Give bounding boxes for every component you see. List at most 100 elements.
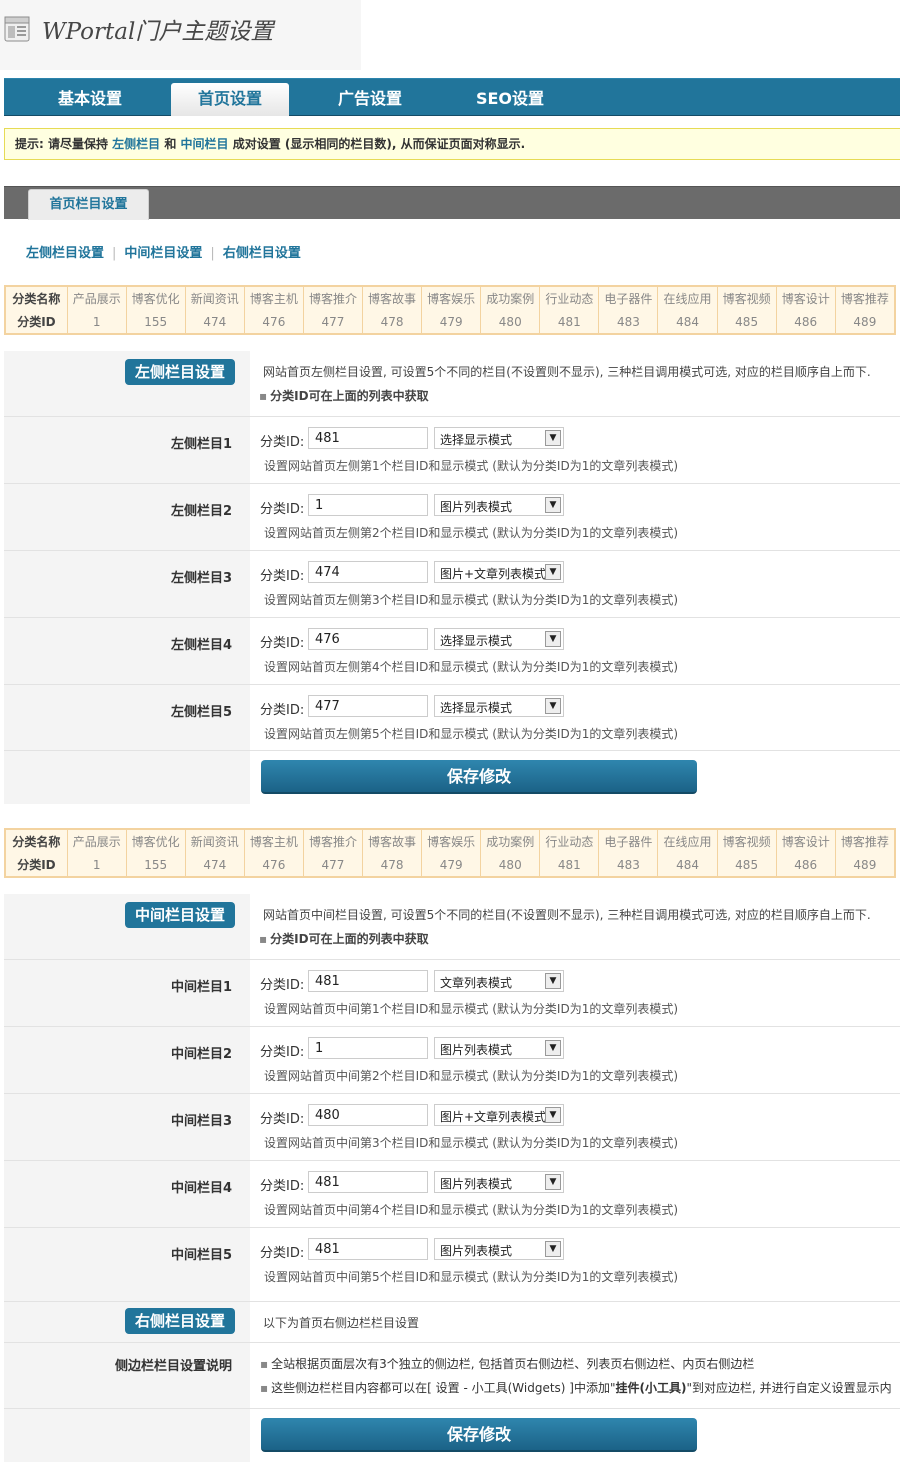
section-tab-bar: 首页栏目设置 [4, 186, 900, 220]
category-name: 博客视频 [717, 286, 777, 310]
sidebar-info-bold: 挂件(小工具) [615, 1381, 687, 1395]
right-columns-section-title: 右侧栏目设置 [125, 1308, 235, 1334]
category-id: 485 [717, 310, 777, 334]
sidebar-info-text: "到对应边栏, 并进行自定义设置显示内 [686, 1381, 892, 1395]
selected-mode: 图片列表模式 [440, 1043, 513, 1057]
category-name: 在线应用 [657, 829, 718, 853]
settings-nav: 基本设置 首页设置 广告设置 SEO设置 [4, 78, 900, 116]
row-label: 中间栏目4 [170, 1181, 232, 1196]
chevron-down-icon[interactable]: ▼ [545, 631, 561, 647]
page-settings-icon [4, 16, 30, 42]
category-name: 博客主机 [244, 829, 304, 853]
category-id-input[interactable] [308, 1104, 428, 1126]
category-id-input[interactable] [308, 1171, 428, 1193]
display-mode-select[interactable]: 选择显示模式 ▼ [434, 628, 564, 650]
category-id: 478 [362, 853, 423, 877]
category-id-input[interactable] [308, 427, 428, 449]
chevron-down-icon[interactable]: ▼ [545, 1107, 561, 1123]
category-name-header: 分类名称 [5, 286, 68, 310]
display-mode-select[interactable]: 图片+文章列表模式 ▼ [434, 561, 564, 583]
save-button[interactable]: 保存修改 [261, 1418, 697, 1452]
selected-mode: 选择显示模式 [440, 634, 513, 648]
category-id: 478 [362, 310, 423, 334]
display-mode-select[interactable]: 选择显示模式 ▼ [434, 695, 564, 717]
category-name: 新闻资讯 [185, 286, 245, 310]
right-section-header-row: 右侧栏目设置 以下为首页右侧边栏栏目设置 [4, 1302, 900, 1343]
notice-banner: 提示: 请尽量保持 左侧栏目 和 中间栏目 成对设置 (显示相同的栏目数), 从… [4, 128, 900, 160]
category-id-input[interactable] [308, 970, 428, 992]
category-id: 483 [598, 853, 659, 877]
row-label: 左侧栏目5 [170, 705, 232, 720]
sidebar-info-text: 这些侧边栏栏目内容都可以在[ 设置 - 小工具(Widgets) ]中添加" [271, 1381, 616, 1395]
category-id: 481 [539, 310, 600, 334]
middle-columns-section: 中间栏目设置 网站首页中间栏目设置, 可设置5个不同的栏目(不设置则不显示), … [4, 894, 900, 1462]
divider: | [210, 246, 215, 261]
row-label: 中间栏目2 [170, 1047, 232, 1062]
display-mode-select[interactable]: 图片+文章列表模式 ▼ [434, 1104, 564, 1126]
save-button[interactable]: 保存修改 [261, 760, 697, 794]
display-mode-select[interactable]: 图片列表模式 ▼ [434, 1037, 564, 1059]
category-name: 博客主机 [244, 286, 304, 310]
display-mode-select[interactable]: 文章列表模式 ▼ [434, 970, 564, 992]
category-name: 博客推介 [303, 286, 364, 310]
chevron-down-icon[interactable]: ▼ [545, 698, 561, 714]
display-mode-select[interactable]: 选择显示模式 ▼ [434, 427, 564, 449]
category-name: 博客优化 [126, 829, 186, 853]
category-name: 博客故事 [362, 829, 423, 853]
row-label: 左侧栏目2 [170, 504, 232, 519]
section-description: 以下为首页右侧边栏栏目设置 [263, 1316, 420, 1330]
category-name: 行业动态 [539, 286, 600, 310]
field-label: 分类ID: [260, 1045, 305, 1060]
id-hint: ▪ 分类ID可在上面的列表中获取 [259, 930, 429, 947]
notice-highlight-left: 左侧栏目 [112, 137, 161, 151]
middle-column-row-2: 中间栏目2 分类ID: 图片列表模式 ▼ 设置网站首页中间第2个栏目ID和显示模式… [4, 1027, 900, 1094]
category-id: 474 [185, 853, 245, 877]
left-column-row-4: 左侧栏目4 分类ID: 选择显示模式 ▼ 设置网站首页左侧第4个栏目ID和显示模式… [4, 618, 900, 685]
tab-seo-settings[interactable]: SEO设置 [452, 83, 568, 115]
chevron-down-icon[interactable]: ▼ [545, 430, 561, 446]
category-id-input[interactable] [308, 628, 428, 650]
chevron-down-icon[interactable]: ▼ [545, 1174, 561, 1190]
chevron-down-icon[interactable]: ▼ [545, 973, 561, 989]
row-label: 左侧栏目4 [170, 638, 232, 653]
display-mode-select[interactable]: 图片列表模式 ▼ [434, 1171, 564, 1193]
chevron-down-icon[interactable]: ▼ [545, 1241, 561, 1257]
category-id-input[interactable] [308, 1037, 428, 1059]
category-name: 产品展示 [67, 829, 127, 853]
tab-basic-settings[interactable]: 基本设置 [32, 83, 148, 115]
category-name: 博客推荐 [840, 835, 889, 849]
category-id: 480 [480, 853, 541, 877]
bullet: ▪ [260, 1357, 269, 1371]
category-name: 博客设计 [776, 286, 836, 310]
selected-mode: 图片列表模式 [440, 500, 513, 514]
category-name: 行业动态 [539, 829, 600, 853]
left-column-row-1: 左侧栏目1 分类ID: 选择显示模式 ▼ 设置网站首页左侧第1个栏目ID和显示模式… [4, 417, 900, 484]
category-name: 电子器件 [598, 829, 659, 853]
category-id-input[interactable] [308, 1238, 428, 1260]
category-ids-row: 分类ID 1 155 474 476 477 478 479 480 481 4… [5, 310, 895, 334]
chevron-down-icon[interactable]: ▼ [545, 1040, 561, 1056]
tab-home-settings[interactable]: 首页设置 [171, 83, 289, 116]
category-id-input[interactable] [308, 695, 428, 717]
selected-mode: 选择显示模式 [440, 433, 513, 447]
display-mode-select[interactable]: 图片列表模式 ▼ [434, 1238, 564, 1260]
section-header-row: 左侧栏目设置 网站首页左侧栏目设置, 可设置5个不同的栏目(不设置则不显示), … [4, 351, 900, 417]
display-mode-select[interactable]: 图片列表模式 ▼ [434, 494, 564, 516]
field-label: 分类ID: [260, 569, 305, 584]
link-left-columns[interactable]: 左侧栏目设置 [26, 246, 104, 261]
tab-ad-settings[interactable]: 广告设置 [312, 83, 428, 115]
row-label: 侧边栏栏目设置说明 [114, 1359, 232, 1374]
selected-mode: 选择显示模式 [440, 701, 513, 715]
help-text: 设置网站首页左侧第4个栏目ID和显示模式 (默认为分类ID为1的文章列表模式) [264, 660, 679, 674]
help-text: 设置网站首页中间第3个栏目ID和显示模式 (默认为分类ID为1的文章列表模式) [264, 1136, 679, 1150]
field-label: 分类ID: [260, 1112, 305, 1127]
tab-home-column-settings[interactable]: 首页栏目设置 [28, 189, 149, 220]
link-right-columns[interactable]: 右侧栏目设置 [223, 246, 301, 261]
chevron-down-icon[interactable]: ▼ [545, 564, 561, 580]
link-middle-columns[interactable]: 中间栏目设置 [124, 246, 202, 261]
page-title: WPortal门户主题设置 [42, 19, 274, 45]
category-id-input[interactable] [308, 494, 428, 516]
category-id-input[interactable] [308, 561, 428, 583]
help-text: 设置网站首页中间第2个栏目ID和显示模式 (默认为分类ID为1的文章列表模式) [264, 1069, 679, 1083]
chevron-down-icon[interactable]: ▼ [545, 497, 561, 513]
